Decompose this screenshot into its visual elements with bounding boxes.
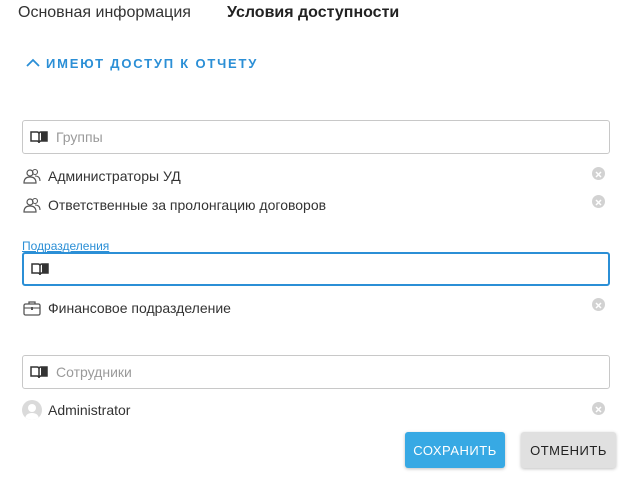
employees-field[interactable] (22, 355, 610, 389)
remove-group-2-button[interactable] (592, 195, 605, 208)
close-circle-icon (595, 165, 602, 183)
tab-availability[interactable]: Условия доступности (227, 4, 399, 22)
chevron-up-icon (26, 56, 40, 71)
book-icon (29, 364, 49, 380)
list-item-group-2: Ответственные за пролонгацию договоров (22, 195, 326, 215)
save-button[interactable]: СОХРАНИТЬ (405, 432, 505, 468)
groups-field[interactable] (22, 120, 610, 154)
departments-field[interactable] (22, 252, 610, 286)
remove-group-1-button[interactable] (592, 167, 605, 180)
departments-label: Подразделения (22, 239, 110, 253)
departments-input[interactable] (55, 260, 608, 278)
list-item-employee-1: Administrator (22, 400, 130, 420)
briefcase-icon (22, 298, 42, 318)
book-icon (29, 129, 49, 145)
remove-department-1-button[interactable] (592, 298, 605, 311)
close-circle-icon (595, 193, 602, 211)
group-name: Ответственные за пролонгацию договоров (48, 197, 327, 213)
book-icon (30, 261, 50, 277)
section-title: ИМЕЮТ ДОСТУП К ОТЧЕТУ (46, 56, 259, 71)
close-circle-icon (595, 400, 602, 418)
employees-input[interactable] (54, 363, 609, 381)
group-name: Администраторы УД (48, 168, 181, 184)
section-toggle[interactable]: ИМЕЮТ ДОСТУП К ОТЧЕТУ (26, 56, 258, 71)
employee-name: Administrator (48, 402, 131, 418)
list-item-department-1: Финансовое подразделение (22, 298, 231, 318)
department-name: Финансовое подразделение (48, 300, 231, 316)
list-item-group-1: Администраторы УД (22, 166, 181, 186)
remove-employee-1-button[interactable] (592, 402, 605, 415)
user-group-icon (22, 195, 42, 215)
close-circle-icon (595, 296, 602, 314)
avatar-icon (22, 400, 42, 420)
tab-main-info[interactable]: Основная информация (18, 4, 191, 22)
groups-input[interactable] (54, 128, 609, 146)
cancel-button[interactable]: ОТМЕНИТЬ (521, 432, 616, 468)
user-group-icon (22, 166, 42, 186)
